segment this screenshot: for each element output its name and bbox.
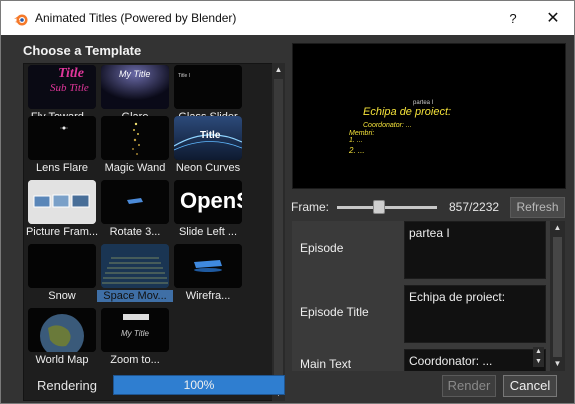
preview-line-6: 2. ... bbox=[349, 146, 365, 155]
scrollbar-thumb[interactable] bbox=[553, 237, 562, 357]
title-bar: Animated Titles (Powered by Blender) ? ✕ bbox=[1, 1, 574, 35]
template-tile-lens-flare[interactable]: Lens Flare bbox=[26, 115, 98, 179]
dialog-window: Animated Titles (Powered by Blender) ? ✕… bbox=[0, 0, 575, 404]
thumb-zoom-title-text: My Title bbox=[121, 329, 149, 338]
picture-frame-thumb bbox=[28, 180, 96, 224]
close-icon[interactable]: ✕ bbox=[541, 7, 565, 31]
template-tile-neon-curves[interactable]: Title Neon Curves bbox=[172, 115, 244, 179]
thumb-subtitle-text: Sub Title bbox=[50, 82, 89, 94]
slide-left-thumb: OpenS bbox=[174, 180, 242, 224]
glare-thumb: My Title bbox=[101, 65, 169, 109]
properties-panel: Episode partea I Episode Title Echipa de… bbox=[292, 221, 550, 371]
frame-label: Frame: bbox=[291, 200, 330, 214]
template-tile-rotate-3d[interactable]: Rotate 3... bbox=[99, 179, 171, 243]
preview-line-3: Coordonator: ... bbox=[363, 122, 412, 129]
template-scrollbar[interactable]: ▲ ▼ bbox=[272, 63, 285, 401]
thumb-opens-text: OpenS bbox=[180, 188, 242, 213]
template-tile-wireframe[interactable]: Wirefra... bbox=[172, 243, 244, 307]
template-tile-world-map[interactable]: World Map bbox=[26, 307, 98, 371]
magic-wand-thumb bbox=[101, 116, 169, 160]
scroll-down-icon[interactable]: ▼ bbox=[550, 357, 565, 371]
frame-slider[interactable] bbox=[337, 206, 437, 209]
rotate-3d-thumb bbox=[101, 180, 169, 224]
zoom-to-thumb: My Title bbox=[101, 308, 169, 352]
template-label: Slide Left ... bbox=[178, 226, 238, 238]
episode-label: Episode bbox=[300, 241, 344, 255]
template-heading: Choose a Template bbox=[23, 43, 142, 58]
template-tile-snow[interactable]: Snow bbox=[26, 243, 98, 307]
thumb-title-text: Title bbox=[58, 66, 84, 81]
lens-flare-thumb bbox=[28, 116, 96, 160]
template-tile-zoom-to[interactable]: My Title Zoom to... bbox=[99, 307, 171, 371]
template-label: Space Mov... bbox=[97, 290, 173, 302]
main-text-label: Main Text bbox=[300, 357, 352, 371]
template-grid: Title Sub Title Fly Toward... My Title G… bbox=[23, 63, 285, 401]
template-label: World Map bbox=[35, 354, 89, 366]
preview-line-2: Echipa de proiect: bbox=[363, 106, 452, 118]
frame-slider-handle[interactable] bbox=[373, 200, 385, 214]
neon-curves-thumb: Title bbox=[174, 116, 242, 160]
frame-value: 857/2232 bbox=[449, 200, 500, 214]
thumb-title-small-text: Title I bbox=[178, 73, 190, 79]
template-label: Rotate 3... bbox=[109, 226, 161, 238]
template-label: Lens Flare bbox=[36, 162, 88, 174]
template-label: Magic Wand bbox=[104, 162, 166, 174]
progress-text: 100% bbox=[183, 378, 215, 392]
preview-canvas: partea I Echipa de proiect: Coordonator:… bbox=[292, 43, 566, 189]
preview-line-4: Membri: bbox=[349, 130, 375, 137]
fly-toward-thumb: Title Sub Title bbox=[28, 65, 96, 109]
glass-slider-thumb: Title I bbox=[174, 65, 242, 109]
main-text-spinner[interactable]: ▲ ▼ bbox=[533, 347, 544, 367]
world-map-thumb bbox=[28, 308, 96, 352]
template-label: Zoom to... bbox=[110, 354, 160, 366]
template-label: Snow bbox=[48, 290, 76, 302]
template-label: Wirefra... bbox=[185, 290, 231, 302]
blender-logo-icon bbox=[14, 14, 28, 26]
episode-field[interactable]: partea I bbox=[404, 221, 546, 279]
template-label: Neon Curves bbox=[175, 162, 241, 174]
episode-title-field[interactable]: Echipa de proiect: bbox=[404, 285, 546, 343]
scroll-up-icon[interactable]: ▲ bbox=[550, 221, 565, 235]
main-text-field[interactable]: Coordonator: ... bbox=[404, 349, 546, 371]
refresh-button[interactable]: Refresh bbox=[510, 197, 565, 218]
template-tile-magic-wand[interactable]: Magic Wand bbox=[99, 115, 171, 179]
preview-line-5: 1. ... bbox=[349, 137, 363, 144]
thumb-neon-text: Title bbox=[200, 130, 221, 141]
window-title: Animated Titles (Powered by Blender) bbox=[35, 11, 237, 25]
render-button[interactable]: Render bbox=[442, 375, 496, 397]
thumb-my-title-text: My Title bbox=[119, 69, 150, 79]
rendering-label: Rendering bbox=[37, 378, 97, 393]
snow-thumb bbox=[28, 244, 96, 288]
wireframe-thumb bbox=[174, 244, 242, 288]
dialog-body: Choose a Template Title Sub Title Fly To… bbox=[1, 35, 574, 403]
episode-title-label: Episode Title bbox=[300, 305, 369, 319]
properties-scrollbar[interactable]: ▲ ▼ bbox=[550, 221, 565, 371]
cancel-button[interactable]: Cancel bbox=[503, 375, 557, 397]
template-tile-slide-left[interactable]: OpenS Slide Left ... bbox=[172, 179, 244, 243]
frame-controls: Frame: 857/2232 Refresh bbox=[291, 197, 567, 219]
template-tile-space-movie[interactable]: Space Mov... bbox=[97, 243, 173, 307]
help-button[interactable]: ? bbox=[501, 7, 525, 31]
scrollbar-thumb[interactable] bbox=[274, 79, 283, 379]
render-progress-bar: 100% bbox=[113, 375, 285, 395]
space-movie-thumb bbox=[101, 244, 169, 288]
template-tile-picture-frame[interactable]: Picture Fram... bbox=[26, 179, 98, 243]
template-label: Picture Fram... bbox=[25, 226, 99, 238]
scroll-up-icon[interactable]: ▲ bbox=[272, 63, 285, 77]
